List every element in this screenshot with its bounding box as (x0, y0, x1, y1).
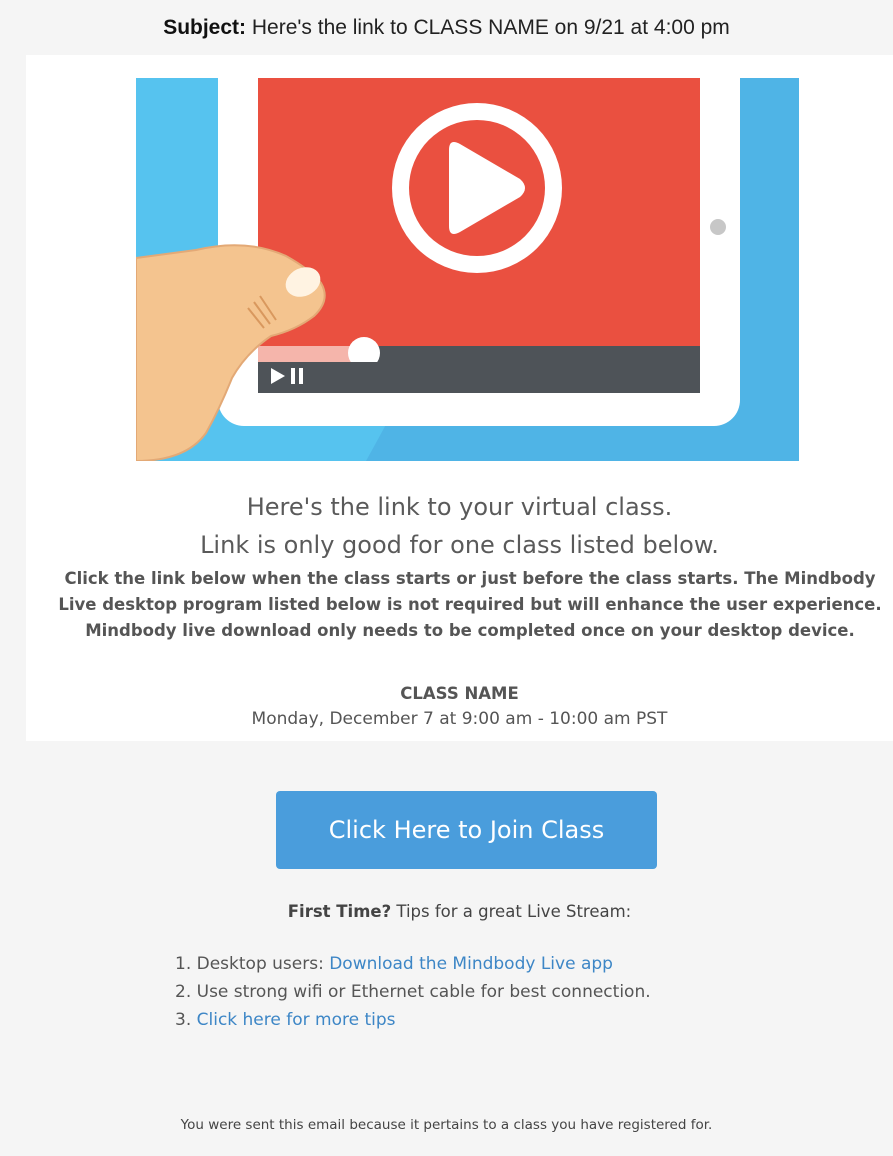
tips-list: 1. Desktop users: Download the Mindbody … (175, 950, 651, 1034)
intro-paragraph: Click the link below when the class star… (58, 569, 882, 640)
headline-secondary: Link is only good for one class listed b… (200, 531, 719, 559)
class-name: CLASS NAME (400, 684, 519, 703)
first-time-text: Tips for a great Live Stream: (391, 902, 632, 921)
class-time: Monday, December 7 at 9:00 am - 10:00 am… (251, 709, 668, 729)
tip-item-2: 2. Use strong wifi or Ethernet cable for… (175, 978, 651, 1006)
subject-text: Here's the link to CLASS NAME on 9/21 at… (251, 16, 730, 39)
progress-played (258, 346, 363, 362)
tip-item-3: 3. Click here for more tips (175, 1006, 651, 1034)
tip-3-prefix: 3. (175, 1010, 197, 1030)
first-time-tips-heading: First Time? Tips for a great Live Stream… (26, 899, 893, 925)
email-subject: Subject: Here's the link to CLASS NAME o… (0, 0, 893, 55)
first-time-label: First Time? (287, 902, 392, 921)
play-icon (392, 103, 562, 273)
footer-note: You were sent this email because it pert… (180, 1117, 713, 1133)
tip-item-1: 1. Desktop users: Download the Mindbody … (175, 950, 651, 978)
hero-image (136, 78, 799, 461)
control-bar (258, 362, 700, 393)
tip-2-text: 2. Use strong wifi or Ethernet cable for… (175, 982, 651, 1002)
join-class-button[interactable]: Click Here to Join Class (276, 791, 657, 869)
more-tips-link[interactable]: Click here for more tips (197, 1010, 396, 1030)
headline-primary: Here's the link to your virtual class. (246, 493, 673, 521)
tablet-home-button (710, 219, 726, 235)
download-app-link[interactable]: Download the Mindbody Live app (329, 954, 613, 974)
subject-label: Subject: (163, 16, 247, 39)
tip-1-prefix: 1. Desktop users: (175, 954, 330, 974)
